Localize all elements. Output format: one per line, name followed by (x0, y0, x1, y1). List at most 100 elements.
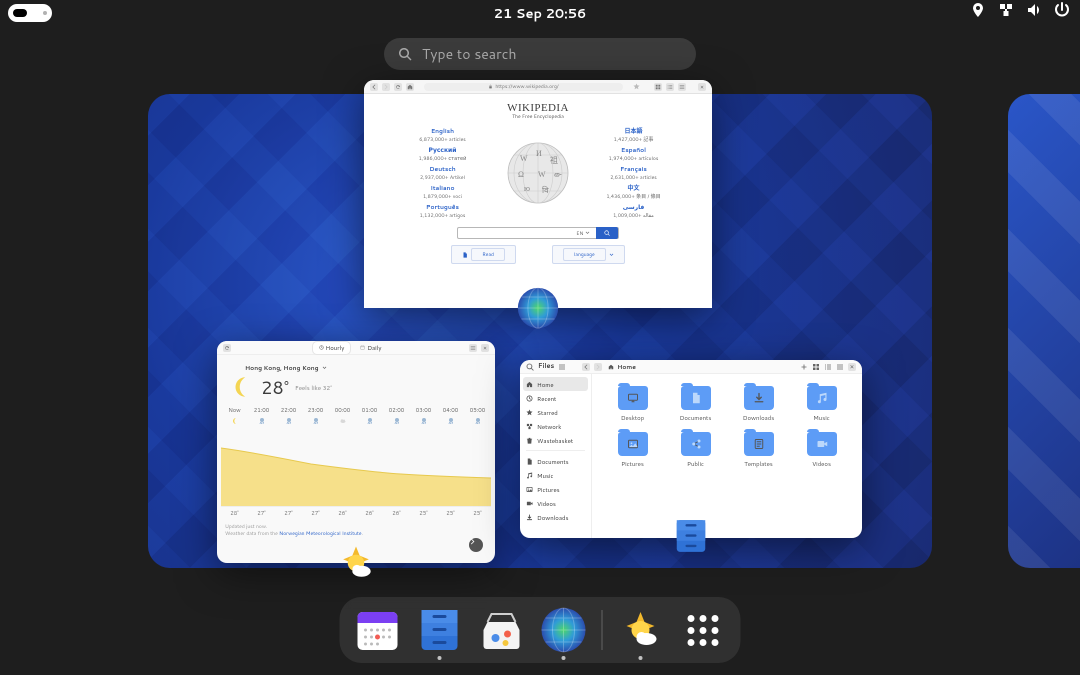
dock-weather[interactable] (617, 606, 665, 654)
dock-calendar[interactable] (354, 606, 402, 654)
wiki-lang-link[interactable]: Français2,631,000+ articles (583, 164, 684, 181)
folder-templates[interactable]: Templates (730, 432, 787, 468)
hour-col: 21:00 (248, 406, 275, 428)
forward-button[interactable] (594, 363, 602, 371)
sidebar-toggle-icon[interactable] (558, 363, 566, 371)
sidebar-item-network[interactable]: Network (520, 419, 591, 433)
reload-button[interactable] (394, 83, 402, 91)
refresh-button[interactable] (223, 344, 231, 352)
overview-search[interactable]: Type to search (384, 38, 696, 70)
wikipedia-globe-icon (493, 124, 583, 221)
wiki-lang-link[interactable]: Português1,132,000+ artigos (392, 202, 493, 219)
tabs-button[interactable] (654, 83, 662, 91)
location-picker[interactable]: Hong Kong, Hong Kong (245, 363, 495, 372)
wiki-lang-link[interactable]: 日本語1,427,000+ 記事 (583, 126, 684, 143)
sidebar-item-trash[interactable]: Wastebasket (520, 433, 591, 447)
close-button[interactable]: × (481, 344, 489, 352)
files-headerbar: Files Home × (520, 360, 862, 374)
folder-downloads[interactable]: Downloads (730, 386, 787, 422)
sidebar-item-home[interactable]: Home (523, 377, 588, 391)
scroll-next-button[interactable] (469, 538, 483, 552)
activities-pill[interactable] (8, 4, 52, 22)
close-button[interactable]: × (698, 83, 706, 91)
clock[interactable]: 21 Sep 20:56 (494, 5, 587, 23)
list-button[interactable] (666, 83, 674, 91)
wiki-lang-link[interactable]: Русский1,986,000+ статей (392, 145, 493, 162)
folder-desktop[interactable]: Desktop (604, 386, 661, 422)
wikipedia-tagline: The Free Encyclopedia (392, 113, 684, 120)
sidebar-item-recent[interactable]: Recent (520, 391, 591, 405)
sidebar-item-starred[interactable]: Starred (520, 405, 591, 419)
menu-button[interactable] (469, 344, 477, 352)
wikipedia-search-go[interactable] (596, 227, 618, 239)
tab-hourly[interactable]: Hourly (313, 342, 351, 354)
window-icon-web (516, 286, 560, 330)
wiki-lang-link[interactable]: Italiano1,879,000+ voci (392, 183, 493, 200)
search-icon (398, 47, 412, 61)
folder-label: Public (687, 459, 704, 468)
wiki-lang-link[interactable]: Español1,974,000+ artículos (583, 145, 684, 162)
hour-col: 22:00 (275, 406, 302, 428)
sidebar-item-videos[interactable]: Videos (520, 496, 591, 510)
hourly-row: Now21:0022:0023:0000:0001:0002:0003:0004… (221, 406, 491, 428)
hour-col: 01:00 (356, 406, 383, 428)
wikipedia-lang-link[interactable]: language (552, 245, 625, 264)
dock-appgrid[interactable] (679, 606, 727, 654)
wiki-lang-link[interactable]: 中文1,436,000+ 条目 / 條目 (583, 183, 684, 200)
window-web-browser[interactable]: https://www.wikipedia.org/ × WIKIPEDIA T… (364, 80, 712, 308)
dock-files[interactable] (416, 606, 464, 654)
folder-pictures[interactable]: Pictures (604, 432, 661, 468)
wiki-lang-link[interactable]: Deutsch2,937,000+ Artikel (392, 164, 493, 181)
close-button[interactable]: × (848, 363, 856, 371)
window-weather[interactable]: Hourly Daily × Hong Kong, Hong Kong 28° … (217, 341, 495, 563)
folder-icon (807, 386, 837, 410)
sidebar-item-pictures[interactable]: Pictures (520, 482, 591, 496)
sidebar-item-downloads[interactable]: Downloads (520, 510, 591, 524)
tab-daily[interactable]: Daily (354, 342, 387, 354)
sidebar-item-documents[interactable]: Documents (520, 454, 591, 468)
wiki-lang-link[interactable]: English6,873,000+ articles (392, 126, 493, 143)
wikipedia-search[interactable]: EN (457, 227, 619, 239)
dock (340, 597, 741, 663)
wikipedia-read-link[interactable]: Read (451, 245, 516, 264)
folder-public[interactable]: Public (667, 432, 724, 468)
dock-software[interactable] (478, 606, 526, 654)
folder-videos[interactable]: Videos (793, 432, 850, 468)
folder-icon (744, 386, 774, 410)
forward-button[interactable] (382, 83, 390, 91)
moon-icon (229, 374, 255, 400)
window-files[interactable]: Files Home × HomeRecentStarredNetworkWas… (520, 360, 862, 538)
system-tray[interactable] (970, 2, 1070, 18)
hour-temp: 27° (275, 509, 302, 517)
menu-icon[interactable] (836, 363, 844, 371)
folder-label: Videos (812, 459, 831, 468)
sidebar-item-music[interactable]: Music (520, 468, 591, 482)
search-placeholder: Type to search (422, 44, 517, 64)
back-button[interactable] (370, 83, 378, 91)
search-icon[interactable] (526, 363, 534, 371)
browser-viewport: WIKIPEDIA The Free Encyclopedia English6… (364, 94, 712, 308)
bookmark-star-icon[interactable] (633, 83, 640, 90)
new-tab-icon[interactable] (800, 363, 808, 371)
hour-temp: 25° (464, 509, 491, 517)
weather-credit-link[interactable]: Norwegian Meteorological Institute (279, 530, 361, 537)
hour-temp: 25° (437, 509, 464, 517)
folder-label: Pictures (621, 459, 644, 468)
breadcrumb[interactable]: Home (608, 362, 636, 371)
folder-label: Desktop (621, 413, 644, 422)
hourly-temps: 28°27°27°27°26°26°26°25°25°25° (221, 506, 491, 517)
view-list-icon[interactable] (824, 363, 832, 371)
url-bar[interactable]: https://www.wikipedia.org/ (424, 83, 623, 91)
wiki-lang-link[interactable]: فارسی1,009,000+ مقاله (583, 202, 684, 219)
lock-icon (488, 84, 493, 89)
back-button[interactable] (582, 363, 590, 371)
home-button[interactable] (406, 83, 414, 91)
workspace-next[interactable] (1008, 94, 1080, 568)
folder-music[interactable]: Music (793, 386, 850, 422)
dock-web[interactable] (540, 606, 588, 654)
folder-documents[interactable]: Documents (667, 386, 724, 422)
window-icon-files (669, 514, 713, 558)
menu-button[interactable] (678, 83, 686, 91)
view-grid-icon[interactable] (812, 363, 820, 371)
wikipedia-search-lang[interactable]: EN (570, 230, 596, 237)
